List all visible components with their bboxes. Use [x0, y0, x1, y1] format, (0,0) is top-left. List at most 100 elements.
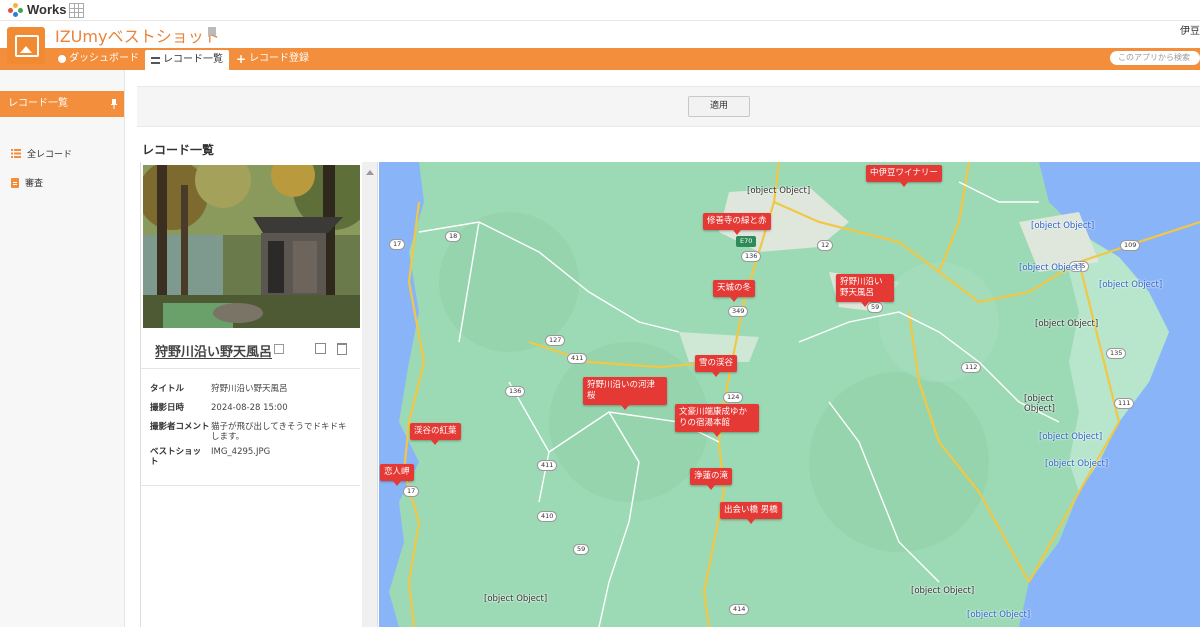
place-label: [object Object]	[1024, 394, 1055, 414]
field-label-title: タイトル	[150, 384, 185, 394]
route-shield: 135	[1106, 348, 1127, 359]
app-nav-bar: ダッシュボード レコード一覧 + レコード登録 このアプリから検索	[0, 48, 1200, 70]
route-shield: 109	[1120, 240, 1141, 251]
map-marker[interactable]: 出会い橋 男橋	[720, 502, 782, 524]
route-shield: 411	[537, 460, 558, 471]
sidebar-header-label: レコード一覧	[8, 98, 68, 109]
image-icon	[15, 35, 39, 57]
place-label: [object Object]	[1045, 459, 1109, 469]
map-marker-label: 修善寺の緑と赤	[707, 216, 767, 226]
edit-icon[interactable]	[315, 343, 326, 354]
field-value-bestshot: IMG_4295.JPG	[211, 447, 271, 457]
field-label-datetime: 撮影日時	[150, 403, 185, 413]
place-label: [object Object]	[1039, 432, 1103, 442]
external-link-icon[interactable]	[274, 344, 284, 354]
map-marker[interactable]: 文豪川端康成ゆかりの宿湯本館	[675, 404, 759, 437]
route-shield: 17	[403, 486, 420, 497]
sidebar-item-all-records[interactable]: 全レコード	[11, 147, 72, 160]
route-shield: 18	[445, 231, 462, 242]
place-label: [object Object]	[1019, 263, 1083, 273]
map-marker-label: 渓谷の紅葉	[414, 426, 457, 436]
map-marker-label: 狩野川沿い野天風呂	[840, 277, 883, 298]
route-shield: 127	[545, 335, 566, 346]
map-marker-label: 天城の冬	[717, 283, 752, 293]
place-label: [object Object]	[747, 186, 811, 196]
route-shield: 414	[729, 604, 750, 615]
list-icon	[11, 149, 21, 158]
map-marker-label: 出会い橋 男橋	[724, 505, 778, 515]
app-icon	[7, 27, 45, 64]
document-icon	[11, 177, 19, 188]
divider	[141, 368, 360, 369]
trash-icon[interactable]	[337, 343, 347, 355]
user-menu[interactable]: 伊豆	[1180, 22, 1200, 37]
map-marker[interactable]: 狩野川沿い野天風呂	[836, 274, 894, 307]
section-title: レコード一覧	[142, 143, 215, 157]
field-value-comment: 猫子が飛び出してきそうでドキドキします。	[211, 422, 347, 442]
tab-dashboard-label: ダッシュボード	[69, 53, 139, 64]
field-label-bestshot: ベストショット	[150, 447, 202, 467]
record-title-link[interactable]: 狩野川沿い野天風呂	[155, 341, 272, 360]
filter-bar: 適用	[137, 86, 1200, 127]
route-shield: E70	[736, 236, 757, 247]
plus-icon: +	[236, 52, 247, 66]
route-shield: 111	[1114, 398, 1135, 409]
route-shield: 136	[505, 386, 526, 397]
route-shield: 112	[961, 362, 982, 373]
map-marker-label: 浄蓮の滝	[694, 471, 729, 481]
map-marker[interactable]: 中伊豆ワイナリー	[866, 165, 942, 187]
apply-button[interactable]: 適用	[688, 96, 750, 117]
place-label: [object Object]	[1035, 319, 1099, 329]
route-shield: 411	[567, 353, 588, 364]
map-marker-label: 狩野川沿いの河津桜	[587, 380, 656, 401]
app-grid-icon[interactable]	[69, 3, 84, 18]
works-logo[interactable]: Works	[8, 2, 67, 17]
route-shield: 17	[389, 239, 406, 250]
route-shield: 59	[573, 544, 590, 555]
divider	[141, 485, 360, 486]
map-marker-label: 文豪川端康成ゆかりの宿湯本館	[679, 407, 748, 428]
field-label-comment: 撮影者コメント	[150, 422, 210, 432]
map-marker-label: 雪の渓谷	[699, 358, 734, 368]
app-search-input[interactable]: このアプリから検索	[1110, 51, 1200, 65]
sidebar: レコード一覧 全レコード 審査	[0, 70, 125, 627]
tab-dashboard[interactable]: ダッシュボード	[58, 48, 139, 70]
panel-scrollbar[interactable]	[362, 162, 378, 627]
place-label: [object Object]	[911, 586, 975, 596]
map-marker[interactable]: 狩野川沿いの河津桜	[583, 377, 667, 410]
route-shield: 12	[817, 240, 834, 251]
map-marker[interactable]: 雪の渓谷	[695, 355, 738, 377]
sidebar-item-label: 全レコード	[27, 150, 73, 160]
pin-icon[interactable]	[111, 99, 117, 109]
dashboard-icon	[58, 55, 66, 63]
sidebar-item-label: 審査	[25, 179, 44, 189]
top-bar: Works	[0, 0, 1200, 21]
map-marker[interactable]: 修善寺の緑と赤	[703, 213, 771, 235]
list-icon	[151, 56, 160, 64]
tab-record-register[interactable]: + レコード登録	[236, 48, 309, 70]
app-title[interactable]: IZUmyベストショット	[55, 23, 220, 47]
scroll-up-icon[interactable]	[366, 170, 374, 175]
route-shield: 59	[867, 302, 884, 313]
hot-spring-photo	[143, 165, 360, 328]
sidebar-item-review[interactable]: 審査	[11, 176, 43, 189]
sidebar-header[interactable]: レコード一覧	[0, 91, 124, 117]
logo-mark-icon	[8, 2, 24, 17]
tab-record-list[interactable]: レコード一覧	[145, 50, 229, 70]
record-detail-panel: 狩野川沿い野天風呂 タイトル 狩野川沿い野天風呂 撮影日時 2024-08-28…	[140, 162, 363, 627]
map-marker-label: 中伊豆ワイナリー	[870, 168, 938, 178]
map-marker[interactable]: 天城の冬	[713, 280, 756, 302]
place-label: [object Object]	[484, 594, 548, 604]
field-value-title: 狩野川沿い野天風呂	[211, 384, 288, 394]
tab-record-list-label: レコード一覧	[163, 54, 223, 65]
record-photo[interactable]	[143, 165, 360, 328]
route-shield: 124	[723, 392, 744, 403]
tab-record-register-label: レコード登録	[249, 53, 310, 64]
map-marker[interactable]: 恋人岬	[380, 464, 414, 486]
map-view[interactable]: 17 18 136 12 135 109 E70 349 127 411 136…	[379, 162, 1200, 627]
logo-text: Works	[27, 2, 67, 17]
map-marker[interactable]: 渓谷の紅葉	[410, 423, 461, 445]
map-marker[interactable]: 浄蓮の滝	[690, 468, 733, 490]
route-shield: 410	[537, 511, 558, 522]
route-shield: 349	[728, 306, 749, 317]
